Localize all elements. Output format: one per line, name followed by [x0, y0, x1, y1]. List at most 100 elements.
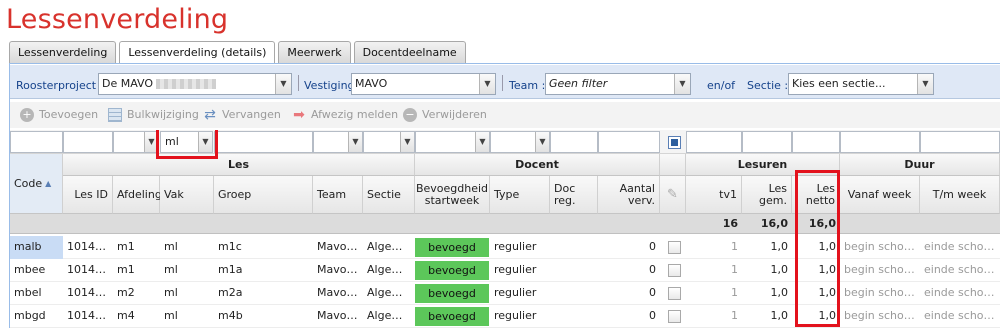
cell-groep: m4b — [218, 309, 243, 322]
filter-afdeling[interactable]: ▼ — [113, 131, 159, 153]
status-badge: bevoegd — [415, 307, 489, 326]
filter-les-id[interactable] — [63, 131, 113, 153]
col-header-doc-reg[interactable]: Doc reg. — [550, 176, 598, 214]
cell-les-id: 1014354 — [67, 263, 113, 276]
col-header-team[interactable]: Team — [313, 176, 363, 214]
cell-tm: einde schooljr. — [924, 240, 1000, 253]
row-checkbox[interactable] — [668, 310, 681, 323]
swap-arrows-icon: ⇄ — [204, 107, 216, 123]
filter-tm[interactable] — [920, 131, 1000, 153]
replace-button[interactable]: ⇄ Vervangen — [203, 105, 281, 125]
row-checkbox[interactable] — [668, 264, 681, 277]
chevron-down-icon[interactable]: ▼ — [479, 74, 495, 94]
col-header-code[interactable]: Code ▲ — [10, 154, 63, 214]
row-checkbox[interactable] — [668, 241, 681, 254]
filter-sectie[interactable]: ▼ — [363, 131, 415, 153]
cell-type: regulier — [494, 263, 537, 276]
col-header-groep[interactable]: Groep — [214, 176, 313, 214]
cell-aantal: 0 — [649, 240, 656, 253]
cell-les-id: 1014501 — [67, 309, 113, 322]
filter-team[interactable]: ▼ — [313, 131, 363, 153]
cell-vanaf: begin schooljr. — [844, 263, 920, 276]
status-badge: bevoegd — [415, 238, 489, 257]
table-row[interactable]: malb 1014494 m1 ml m1c Mavo ... Algem...… — [10, 236, 1000, 259]
filter-groep[interactable] — [214, 131, 313, 153]
sectie-combo[interactable]: Kies een sectie... ▼ — [788, 73, 934, 95]
filter-lesgem[interactable] — [742, 131, 792, 153]
filter-type[interactable]: ▼ — [490, 131, 550, 153]
col-header-vak[interactable]: Vak — [160, 176, 214, 214]
cell-sectie: Algem... — [367, 309, 413, 322]
roosterproject-label: Roosterproject : — [16, 79, 104, 92]
delete-button[interactable]: − Verwijderen — [403, 105, 487, 125]
cell-lesgem: 1,0 — [770, 309, 789, 322]
filter-lesnetto[interactable] — [792, 131, 840, 153]
filter-bevoegdheid[interactable]: ▼ — [415, 131, 490, 153]
summary-row: 16 16,0 16,0 — [10, 214, 1000, 234]
col-header-sectie[interactable]: Sectie — [363, 176, 415, 214]
tab-lessenverdeling-details[interactable]: Lessenverdeling (details) — [119, 41, 276, 64]
divider — [502, 75, 503, 91]
chevron-down-icon[interactable]: ▼ — [917, 74, 933, 94]
tab-docentdeelname[interactable]: Docentdeelname — [353, 41, 466, 63]
col-header-tm-week[interactable]: T/m week — [920, 176, 1000, 214]
cell-tm: einde schooljr. — [924, 309, 1000, 322]
highlight-box-les-netto — [795, 170, 840, 327]
cell-groep: m1a — [218, 263, 243, 276]
filter-checkbox[interactable] — [668, 136, 681, 149]
cell-aantal: 0 — [649, 263, 656, 276]
col-header-aantal-verv[interactable]: Aantal verv. — [598, 176, 660, 214]
cell-vanaf: begin schooljr. — [844, 286, 920, 299]
group-header-les: Les — [63, 154, 415, 176]
table-row[interactable]: mbel 1014396 m2 ml m2a Mavo ... Algem...… — [10, 282, 1000, 305]
filter-doc-reg[interactable] — [550, 131, 598, 153]
col-header-bevoegdheid[interactable]: Bevoegdheid startweek — [415, 176, 490, 214]
minus-circle-icon: − — [403, 108, 417, 122]
cell-vak: ml — [164, 286, 178, 299]
table-row[interactable]: mbgd 1014501 m4 ml m4b Mavo ... Algem...… — [10, 305, 1000, 328]
tab-meerwerk[interactable]: Meerwerk — [278, 41, 351, 63]
cell-les-id: 1014396 — [67, 286, 113, 299]
plus-circle-icon: + — [20, 108, 34, 122]
filter-vanaf[interactable] — [840, 131, 920, 153]
table-row[interactable]: mbee 1014354 m1 ml m1a Mavo ... Algem...… — [10, 259, 1000, 282]
filter-tv1[interactable] — [686, 131, 742, 153]
cell-code: mbee — [14, 263, 46, 276]
absent-button[interactable]: ➡ Afwezig melden — [292, 105, 398, 125]
chevron-down-icon[interactable]: ▼ — [275, 74, 291, 94]
col-header-type[interactable]: Type — [490, 176, 550, 214]
filter-aantal[interactable] — [598, 131, 660, 153]
chevron-down-icon[interactable]: ▼ — [475, 132, 489, 152]
filter-code[interactable] — [10, 131, 63, 153]
col-header-tv1[interactable]: tv1 — [686, 176, 742, 214]
col-header-afdeling[interactable]: Afdeling — [113, 176, 162, 214]
cell-vak: ml — [164, 240, 178, 253]
col-header-vanaf-week[interactable]: Vanaf week — [840, 176, 920, 214]
roosterproject-combo[interactable]: De MAVO ▼ — [98, 73, 292, 95]
vestiging-combo[interactable]: MAVO ▼ — [351, 73, 496, 95]
cell-lesgem: 1,0 — [770, 286, 789, 299]
cell-team: Mavo ... — [317, 309, 361, 322]
add-button[interactable]: + Toevoegen — [20, 105, 98, 125]
tab-lessenverdeling[interactable]: Lessenverdeling — [9, 41, 117, 63]
group-header-blank — [660, 154, 686, 176]
cell-team: Mavo ... — [317, 263, 361, 276]
chevron-down-icon[interactable]: ▼ — [535, 132, 549, 152]
chevron-down-icon[interactable]: ▼ — [348, 132, 362, 152]
status-badge: bevoegd — [415, 284, 489, 303]
pencil-icon: ✎ — [667, 187, 678, 202]
enof-label: en/of — [707, 79, 736, 92]
team-combo[interactable]: Geen filter ▼ — [545, 73, 691, 95]
cell-groep: m2a — [218, 286, 243, 299]
chevron-down-icon[interactable]: ▼ — [674, 74, 690, 94]
col-header-edit[interactable]: ✎ — [660, 176, 686, 214]
col-header-les-gem[interactable]: Les gem. — [742, 176, 792, 214]
sectie-value: Kies een sectie... — [792, 77, 886, 90]
cell-tv1: 1 — [731, 309, 738, 322]
cell-vak: ml — [164, 309, 178, 322]
row-checkbox[interactable] — [668, 287, 681, 300]
bulk-edit-button[interactable]: Bulkwijziging — [108, 105, 199, 125]
chevron-down-icon[interactable]: ▼ — [400, 132, 414, 152]
col-header-les-id[interactable]: Les ID — [63, 176, 113, 214]
cell-lesgem: 1,0 — [770, 263, 789, 276]
